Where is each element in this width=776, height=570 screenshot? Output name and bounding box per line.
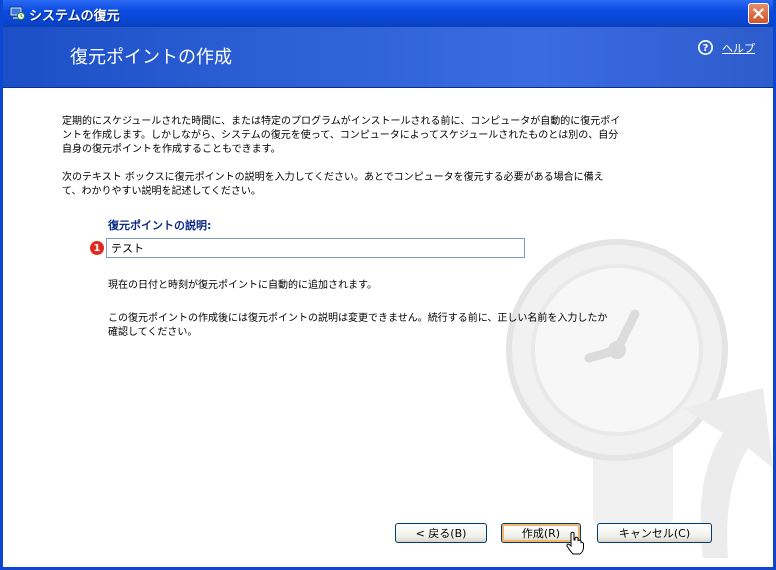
window-title: システムの復元 — [29, 9, 120, 24]
instruction-paragraph: 次のテキスト ボックスに復元ポイントの説明を入力してください。あとでコンピュータ… — [62, 172, 604, 197]
close-icon — [753, 8, 764, 19]
wizard-content: 定期的にスケジュールされた時間に、または特定のプログラムがインストールされる前に… — [3, 88, 773, 567]
page-title: 復元ポイントの作成 — [70, 47, 232, 68]
help-link[interactable]: ヘルプ — [722, 40, 755, 56]
cancel-button[interactable]: キャンセル(C) — [597, 523, 712, 543]
close-button[interactable] — [748, 3, 769, 24]
title-bar[interactable]: システムの復元 — [3, 0, 773, 27]
help-icon[interactable]: ? — [697, 39, 714, 56]
svg-text:?: ? — [703, 43, 709, 54]
back-button[interactable]: < 戻る(B) — [395, 523, 487, 543]
system-restore-window: システムの復元 復元ポイントの作成 ? ヘルプ 定期的にスケジュールされた時間に… — [0, 0, 776, 570]
system-restore-icon — [9, 6, 25, 20]
wizard-header: 復元ポイントの作成 ? ヘルプ — [3, 27, 773, 88]
description-label: 復元ポイントの説明: — [108, 219, 212, 232]
help-area: ? ヘルプ — [697, 39, 755, 56]
cannot-change-note: この復元ポイントの作成後には復元ポイントの説明は変更できません。続行する前に、正… — [108, 313, 608, 338]
restore-point-description-input[interactable] — [106, 238, 525, 258]
auto-datetime-note: 現在の日付と時刻が復元ポイントに自動的に追加されます。 — [108, 280, 377, 291]
intro-paragraph: 定期的にスケジュールされた時間に、または特定のプログラムがインストールされる前に… — [62, 116, 621, 155]
hand-cursor-icon — [566, 531, 584, 555]
step-badge: 1 — [90, 241, 104, 255]
